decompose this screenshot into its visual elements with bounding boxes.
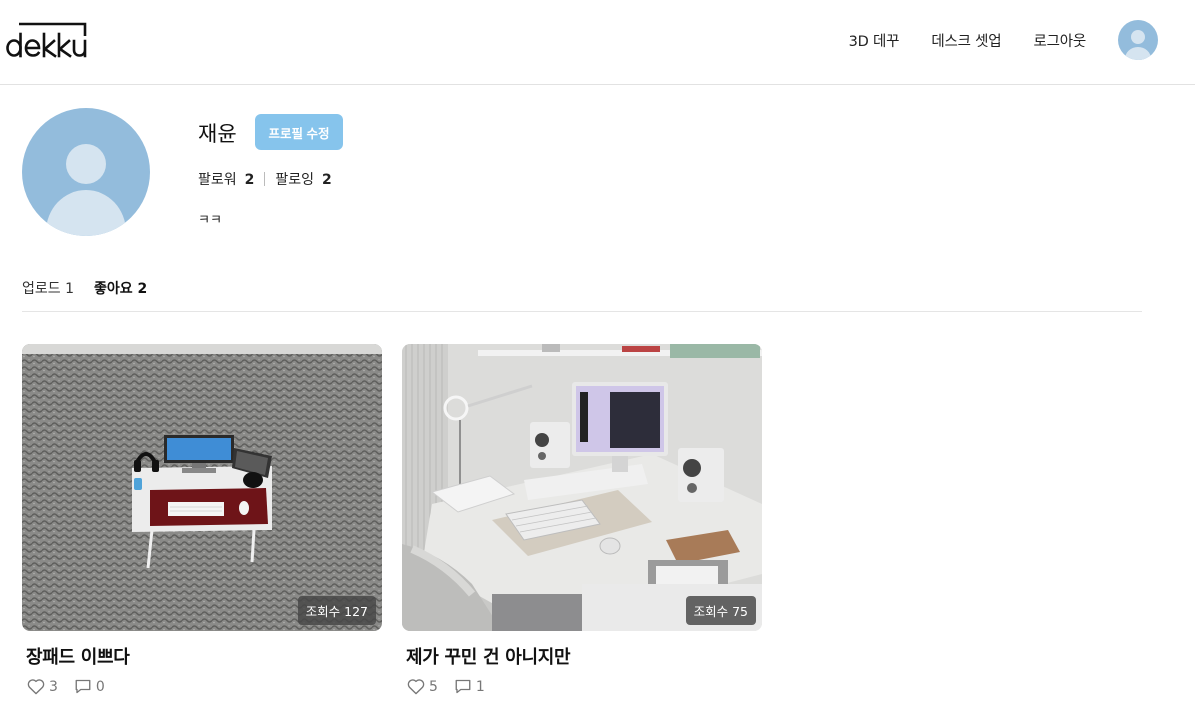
nav-3d-deku[interactable]: 3D 데꾸 — [849, 30, 900, 51]
following-label: 팔로잉 — [275, 172, 315, 188]
comment-icon — [455, 679, 471, 694]
top-header: 3D 데꾸 데스크 셋업 로그아웃 — [0, 0, 1195, 85]
followers-link[interactable]: 팔로워 2 — [198, 169, 254, 189]
following-count: 2 — [322, 172, 332, 188]
like-button[interactable]: 3 — [27, 678, 58, 695]
post-card[interactable]: 조회수 75 제가 꾸민 건 아니지만 5 1 — [402, 344, 762, 695]
post-title[interactable]: 제가 꾸민 건 아니지만 — [406, 643, 762, 669]
heart-icon — [27, 679, 45, 695]
divider — [264, 172, 266, 186]
post-stats: 5 1 — [407, 678, 762, 695]
nav-desk-setup[interactable]: 데스크 셋업 — [931, 30, 1001, 51]
post-stats: 3 0 — [27, 678, 382, 695]
profile-tabs: 업로드 1 좋아요 2 — [22, 278, 1142, 312]
follow-stats: 팔로워 2 팔로잉 2 — [198, 169, 332, 189]
heart-icon — [407, 679, 425, 695]
like-count: 5 — [429, 678, 438, 695]
post-card[interactable]: 조회수 127 장패드 이쁘다 3 0 — [22, 344, 382, 695]
following-link[interactable]: 팔로잉 2 — [275, 169, 331, 189]
tab-likes[interactable]: 좋아요 2 — [94, 278, 147, 298]
profile-name: 재윤 — [198, 122, 237, 146]
like-button[interactable]: 5 — [407, 678, 438, 695]
comment-icon — [75, 679, 91, 694]
post-image[interactable]: 조회수 75 — [402, 344, 762, 631]
tab-uploads[interactable]: 업로드 1 — [22, 278, 74, 298]
profile-bio: ㅋㅋ — [198, 213, 222, 228]
desk-3d-image — [22, 344, 382, 631]
comment-count: 0 — [95, 678, 105, 695]
followers-label: 팔로워 — [198, 172, 237, 188]
view-count-badge: 조회수 127 — [297, 596, 376, 625]
edit-profile-button[interactable]: 프로필 수정 — [255, 114, 343, 150]
view-count-badge: 조회수 75 — [685, 596, 756, 625]
post-title[interactable]: 장패드 이쁘다 — [26, 643, 382, 669]
dekku-logo[interactable] — [5, 22, 89, 60]
nav-logout[interactable]: 로그아웃 — [1033, 30, 1086, 51]
user-icon — [46, 144, 126, 236]
user-icon — [1125, 30, 1151, 60]
comment-button[interactable]: 1 — [454, 678, 485, 695]
user-avatar-button[interactable] — [1118, 20, 1158, 60]
desk-setup-photo — [402, 344, 762, 631]
profile-avatar — [22, 108, 150, 236]
comment-count: 1 — [475, 678, 485, 695]
comment-button[interactable]: 0 — [74, 678, 105, 695]
top-nav: 3D 데꾸 데스크 셋업 로그아웃 — [849, 20, 1158, 60]
followers-count: 2 — [244, 172, 255, 188]
post-image[interactable]: 조회수 127 — [22, 344, 382, 631]
like-count: 3 — [49, 678, 58, 695]
